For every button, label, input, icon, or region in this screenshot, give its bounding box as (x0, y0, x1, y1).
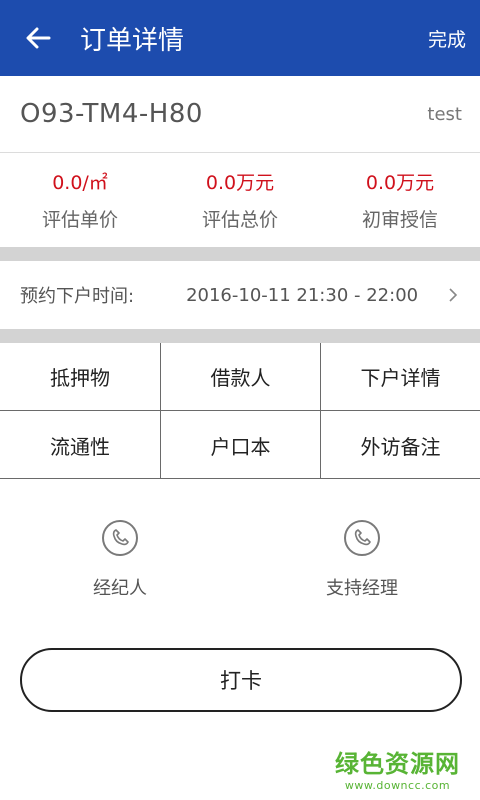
appointment-time: 2016-10-11 21:30 - 22:00 (186, 284, 419, 306)
phone-icon (344, 520, 380, 556)
contact-agent-label: 经纪人 (93, 578, 147, 599)
detail-grid: 抵押物 借款人 下户详情 流通性 户口本 外访备注 (0, 343, 480, 479)
stat-initial-credit: 0.0万元 初审授信 (320, 153, 480, 247)
grid-item-liquidity[interactable]: 流通性 (0, 411, 161, 479)
phone-icon (102, 520, 138, 556)
contact-support-manager-label: 支持经理 (326, 578, 398, 599)
chevron-right-icon (448, 285, 462, 305)
stat-label: 评估单价 (41, 209, 118, 231)
watermark-sub: www.downcc.com (344, 779, 451, 792)
page-title: 订单详情 (80, 25, 185, 56)
order-number: O93-TM4-H80 (20, 99, 203, 129)
grid-item-household-register[interactable]: 户口本 (161, 411, 321, 479)
watermark-logo: 绿色资源网 www.downcc.com (335, 744, 460, 792)
section-divider (0, 329, 480, 343)
stat-unit-price: 0.0/㎡ 评估单价 (0, 153, 160, 247)
check-in-button[interactable]: 打卡 (20, 648, 462, 712)
stat-total-price: 0.0万元 评估总价 (160, 153, 320, 247)
app-header: 订单详情 完成 (0, 0, 480, 76)
grid-item-borrower[interactable]: 借款人 (161, 343, 321, 411)
arrow-left-icon (26, 27, 51, 49)
contacts-section: 经纪人 支持经理 (0, 520, 480, 610)
section-divider (0, 247, 480, 261)
grid-item-visit-notes[interactable]: 外访备注 (321, 411, 480, 479)
stat-value: 0.0万元 (365, 172, 435, 194)
grid-item-visit-details[interactable]: 下户详情 (321, 343, 480, 411)
order-tag: test (427, 103, 462, 125)
done-button[interactable]: 完成 (428, 25, 480, 52)
stat-label: 初审授信 (361, 209, 438, 231)
stat-value: 0.0万元 (205, 172, 275, 194)
order-info-row: O93-TM4-H80 test (0, 76, 480, 153)
grid-item-collateral[interactable]: 抵押物 (0, 343, 161, 411)
contact-agent-button[interactable]: 经纪人 (40, 520, 200, 600)
appointment-row[interactable]: 预约下户时间: 2016-10-11 21:30 - 22:00 (0, 261, 480, 329)
watermark-main: 绿色资源网 (335, 750, 460, 778)
stat-value: 0.0/㎡ (52, 172, 108, 194)
contact-support-manager-button[interactable]: 支持经理 (282, 520, 442, 600)
back-button[interactable] (0, 0, 76, 76)
appointment-label: 预约下户时间: (20, 286, 135, 307)
stat-label: 评估总价 (201, 209, 278, 231)
valuation-stats: 0.0/㎡ 评估单价 0.0万元 评估总价 0.0万元 初审授信 (0, 153, 480, 247)
